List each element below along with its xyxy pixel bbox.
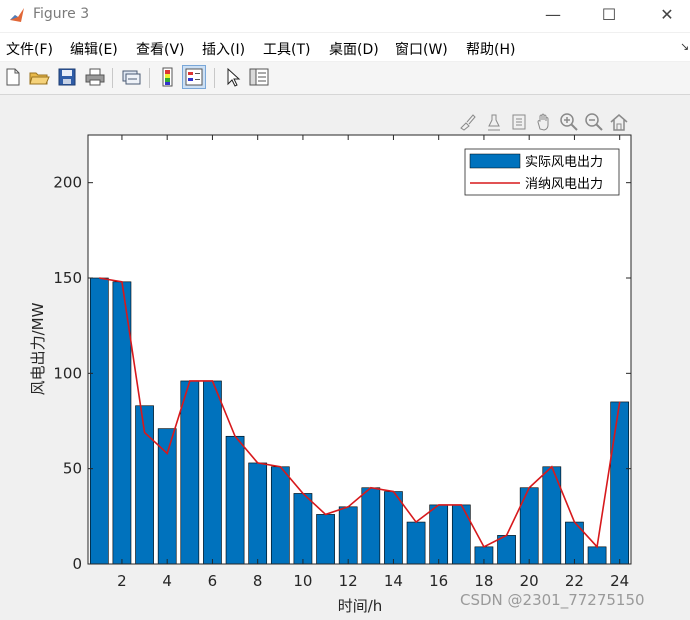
brush-icon[interactable] — [458, 112, 478, 132]
y-tick-label: 200 — [53, 174, 82, 192]
menu-window[interactable]: 窗口(W) — [395, 39, 448, 59]
axes-background — [88, 135, 631, 564]
bar-2 — [112, 281, 132, 565]
save-icon[interactable] — [56, 66, 78, 88]
bar-5 — [180, 380, 200, 565]
x-tick-label: 18 — [474, 572, 493, 590]
bar-series — [89, 277, 630, 565]
x-tick-label: 16 — [429, 572, 448, 590]
bar-22 — [565, 521, 584, 565]
x-axis: 2 4 6 8 10 12 14 16 18 20 22 24 — [117, 135, 629, 590]
matlab-logo-icon — [10, 8, 24, 22]
x-tick-label: 8 — [253, 572, 263, 590]
new-figure-icon[interactable] — [2, 66, 24, 88]
bar-15 — [406, 521, 426, 565]
axes-frame — [87, 134, 632, 565]
bar-6 — [203, 380, 222, 565]
y-tick-label: 100 — [53, 364, 82, 382]
legend-bar-swatch — [469, 153, 521, 169]
window-title: Figure 3 — [33, 6, 90, 22]
legend: 实际风电出力 消纳风电出力 — [464, 148, 620, 196]
y-tick-label: 150 — [53, 269, 82, 287]
toolbar-separator — [214, 68, 215, 88]
bar-18 — [474, 546, 494, 565]
x-tick-label: 14 — [384, 572, 403, 590]
x-tick-label: 12 — [339, 572, 358, 590]
open-file-icon[interactable] — [28, 66, 50, 88]
x-tick-label: 4 — [162, 572, 172, 590]
menu-insert[interactable]: 插入(I) — [202, 39, 245, 59]
legend-icon[interactable] — [182, 65, 206, 89]
home-icon[interactable] — [609, 112, 629, 132]
property-inspector-icon[interactable] — [248, 66, 270, 88]
bar-16 — [429, 504, 449, 565]
bar-11 — [316, 514, 335, 565]
undock-arrow-icon[interactable]: ↘ — [680, 40, 689, 53]
print-icon[interactable] — [84, 66, 106, 88]
toolbar-separator — [149, 68, 150, 88]
x-tick-label: 2 — [117, 572, 127, 590]
watermark-text: CSDN @2301_77275150 — [460, 591, 645, 609]
bar-3 — [135, 405, 154, 565]
window-title-bar: Figure 3 — ☐ ✕ — [0, 0, 690, 32]
y-axis-label: 风电出力/MW — [29, 302, 47, 395]
bar-9 — [270, 466, 290, 565]
x-tick-label: 10 — [293, 572, 312, 590]
close-button[interactable]: ✕ — [644, 0, 690, 32]
legend-label-0: 实际风电出力 — [525, 155, 603, 170]
zoom-out-icon[interactable] — [584, 112, 604, 132]
bar-13 — [361, 487, 381, 565]
bar-12 — [338, 506, 358, 565]
bar-20 — [519, 487, 539, 565]
zoom-in-icon[interactable] — [559, 112, 579, 132]
bar-1 — [89, 277, 109, 565]
x-axis-label: 时间/h — [338, 597, 383, 615]
bar-4 — [157, 428, 177, 565]
bar-24 — [610, 401, 630, 565]
y-axis: 0 50 100 150 200 — [53, 174, 631, 573]
bar-8 — [248, 462, 268, 565]
legend-label-1: 消纳风电出力 — [525, 177, 603, 192]
bar-7 — [225, 435, 245, 565]
bar-10 — [293, 493, 313, 565]
link-plot-icon[interactable] — [120, 66, 142, 88]
menu-bar: 文件(F) 编辑(E) 查看(V) 插入(I) 工具(T) 桌面(D) 窗口(W… — [0, 33, 690, 61]
x-tick-label: 22 — [565, 572, 584, 590]
colorbar-icon[interactable] — [157, 66, 179, 88]
menu-view[interactable]: 查看(V) — [136, 39, 185, 59]
bar-23 — [587, 546, 607, 565]
menu-desktop[interactable]: 桌面(D) — [329, 39, 379, 59]
bar-21 — [542, 466, 562, 565]
bar-19 — [497, 535, 516, 565]
maximize-button[interactable]: ☐ — [586, 0, 632, 32]
x-tick-label: 24 — [610, 572, 629, 590]
x-tick-label: 20 — [520, 572, 539, 590]
y-tick-label: 0 — [72, 555, 82, 573]
menu-file[interactable]: 文件(F) — [6, 39, 53, 59]
pan-icon[interactable] — [534, 112, 554, 132]
bar-17 — [451, 504, 471, 565]
x-tick-label: 6 — [208, 572, 218, 590]
data-cursor-icon[interactable] — [509, 112, 529, 132]
bar-14 — [384, 491, 403, 565]
menu-tools[interactable]: 工具(T) — [263, 39, 310, 59]
minimize-button[interactable]: — — [530, 0, 576, 32]
menu-edit[interactable]: 编辑(E) — [70, 39, 118, 59]
menu-help[interactable]: 帮助(H) — [466, 39, 515, 59]
line-series — [99, 277, 621, 549]
legend-box — [464, 148, 620, 196]
figure-toolbar — [0, 62, 690, 95]
y-tick-label: 50 — [63, 460, 82, 478]
edit-pointer-icon[interactable] — [222, 66, 244, 88]
data-tips-icon[interactable] — [484, 112, 504, 132]
toolbar-separator — [112, 68, 113, 88]
